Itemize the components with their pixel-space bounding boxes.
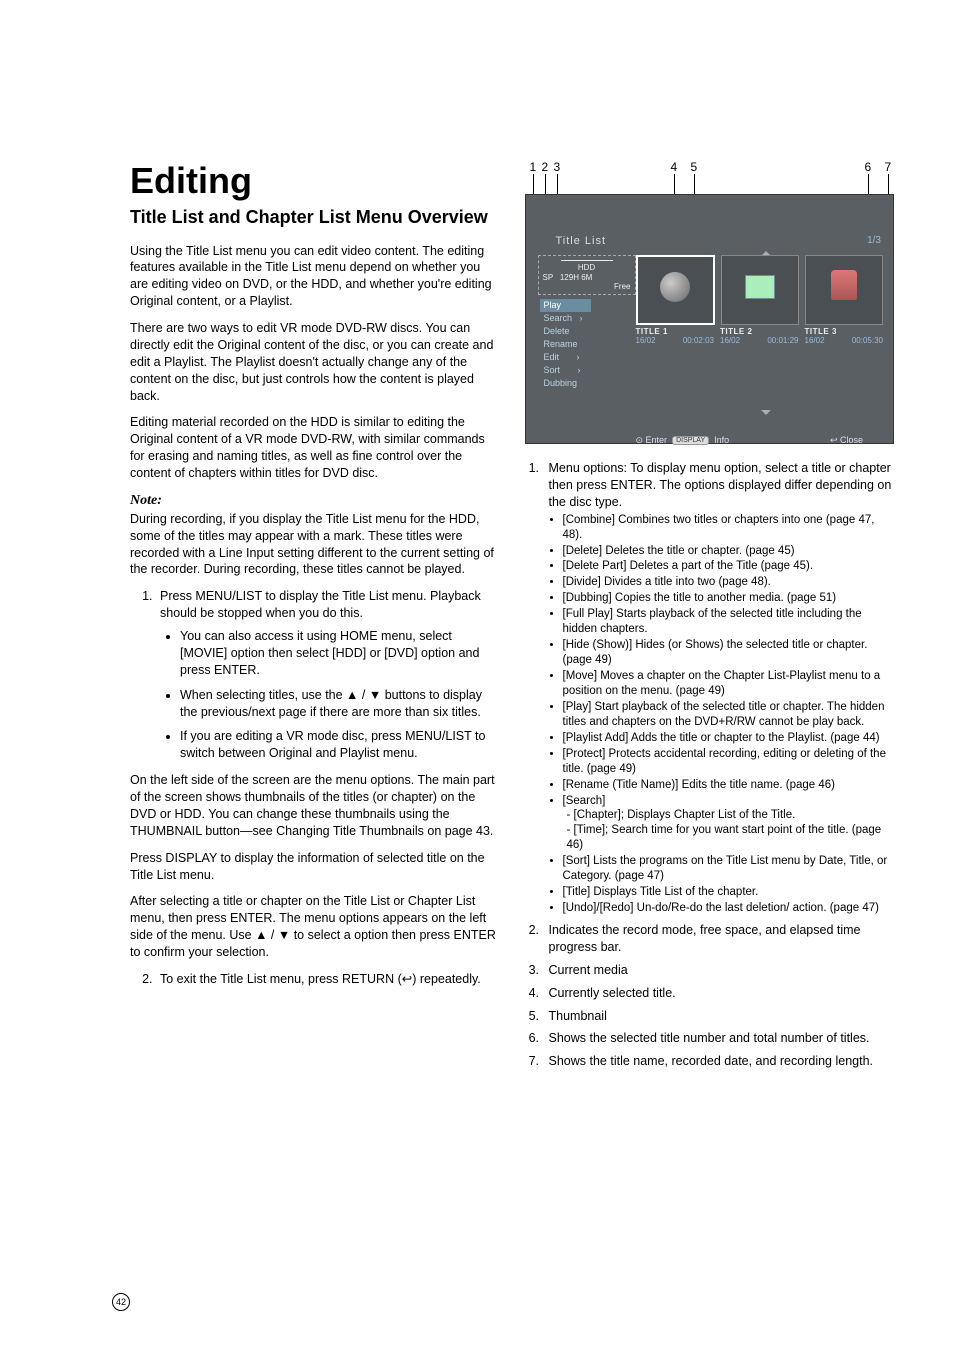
note-body: During recording, if you display the Tit… <box>130 511 500 579</box>
desc-7: Shows the title name, recorded date, and… <box>543 1053 895 1070</box>
body-para-5: Press DISPLAY to display the information… <box>130 850 500 884</box>
opt-undo-redo: [Undo]/[Redo] Un-do/Re-do the last delet… <box>563 901 895 916</box>
desc-1: Menu options: To display menu option, se… <box>543 460 895 916</box>
opt-search-chapter: - [Chapter]; Displays Chapter List of th… <box>567 808 895 823</box>
opt-divide: [Divide] Divides a title into two (page … <box>563 575 895 590</box>
opt-search: [Search] - [Chapter]; Displays Chapter L… <box>563 794 895 854</box>
menu-edit[interactable]: Edit › <box>544 351 592 364</box>
desc-4: Currently selected title. <box>543 985 895 1002</box>
hdd-info-box: HDD SP 129H 6M Free <box>538 255 636 295</box>
section-heading: Title List and Chapter List Menu Overvie… <box>130 206 500 229</box>
menu-play[interactable]: Play <box>540 299 592 312</box>
opt-rename: [Rename (Title Name)] Edits the title na… <box>563 778 895 793</box>
footer-close: ↩ Close <box>830 435 863 446</box>
opt-move: [Move] Moves a chapter on the Chapter Li… <box>563 669 895 699</box>
body-para-6: After selecting a title or chapter on th… <box>130 893 500 961</box>
desc-5: Thumbnail <box>543 1008 895 1025</box>
intro-para-3: Editing material recorded on the HDD is … <box>130 414 500 482</box>
thumb-1[interactable] <box>636 255 716 325</box>
callout-4: 4 <box>671 160 678 174</box>
title-1-label: TITLE 1 16/0200:02:03 <box>636 327 715 345</box>
menu-delete[interactable]: Delete <box>544 325 592 338</box>
callout-3: 3 <box>554 160 561 174</box>
step-1-bullet-3: If you are editing a VR mode disc, press… <box>180 728 500 762</box>
step-1-text: Press MENU/LIST to display the Title Lis… <box>160 589 481 620</box>
step-1: Press MENU/LIST to display the Title Lis… <box>156 588 500 762</box>
opt-hide-show: [Hide (Show)] Hides (or Shows) the selec… <box>563 638 895 668</box>
ui-figure: 1 2 3 4 5 6 7 Title List <box>525 160 895 444</box>
ui-title: Title List <box>556 235 607 247</box>
scroll-down-icon <box>761 410 771 415</box>
opt-playlist-add: [Playlist Add] Adds the title or chapter… <box>563 731 895 746</box>
step-2: To exit the Title List menu, press RETUR… <box>156 971 500 988</box>
callout-5: 5 <box>691 160 698 174</box>
title-2-label: TITLE 2 16/0200:01:29 <box>720 327 799 345</box>
menu-dubbing[interactable]: Dubbing <box>544 377 592 390</box>
desc-2: Indicates the record mode, free space, a… <box>543 922 895 956</box>
page-heading: Editing <box>130 160 500 202</box>
hdd-time: 129H 6M <box>560 273 592 282</box>
page-number: 42 <box>112 1293 130 1311</box>
intro-para-2: There are two ways to edit VR mode DVD-R… <box>130 320 500 404</box>
title-3-label: TITLE 3 16/0200:05:30 <box>805 327 884 345</box>
thumb-3[interactable] <box>805 255 883 325</box>
hdd-mode: SP <box>543 273 554 282</box>
callout-1: 1 <box>530 160 537 174</box>
opt-full-play: [Full Play] Starts playback of the selec… <box>563 607 895 637</box>
menu-sort[interactable]: Sort › <box>544 364 592 377</box>
hdd-free: Free <box>543 282 631 292</box>
thumb-2[interactable] <box>721 255 799 325</box>
callout-6: 6 <box>865 160 872 174</box>
opt-sort: [Sort] Lists the programs on the Title L… <box>563 854 895 884</box>
opt-delete-part: [Delete Part] Deletes a part of the Titl… <box>563 559 895 574</box>
ui-page-indicator: 1/3 <box>867 235 881 246</box>
menu-search[interactable]: Search › <box>544 312 592 325</box>
opt-play: [Play] Start playback of the selected ti… <box>563 700 895 730</box>
opt-combine: [Combine] Combines two titles or chapter… <box>563 513 895 543</box>
body-para-4: On the left side of the screen are the m… <box>130 772 500 840</box>
display-chip-icon: DISPLAY <box>672 436 709 445</box>
step-1-bullet-2: When selecting titles, use the ▲ / ▼ but… <box>180 687 500 721</box>
callout-2: 2 <box>542 160 549 174</box>
note-label: Note: <box>130 492 500 511</box>
ui-menu-list: Play Search › Delete Rename Edit › Sort … <box>544 299 592 390</box>
menu-rename[interactable]: Rename <box>544 338 592 351</box>
intro-para-1: Using the Title List menu you can edit v… <box>130 243 500 311</box>
hdd-label: HDD <box>543 263 631 273</box>
opt-protect: [Protect] Protects accidental recording,… <box>563 747 895 777</box>
desc-6: Shows the selected title number and tota… <box>543 1030 895 1047</box>
footer-enter: ⊙ Enter DISPLAY Info <box>636 435 730 446</box>
opt-delete: [Delete] Deletes the title or chapter. (… <box>563 544 895 559</box>
opt-title: [Title] Displays Title List of the chapt… <box>563 885 895 900</box>
opt-dubbing: [Dubbing] Copies the title to another me… <box>563 591 895 606</box>
step-1-bullet-1: You can also access it using HOME menu, … <box>180 628 500 679</box>
callout-7: 7 <box>885 160 892 174</box>
opt-search-time: - [Time]; Search time for you want start… <box>567 823 895 853</box>
desc-3: Current media <box>543 962 895 979</box>
